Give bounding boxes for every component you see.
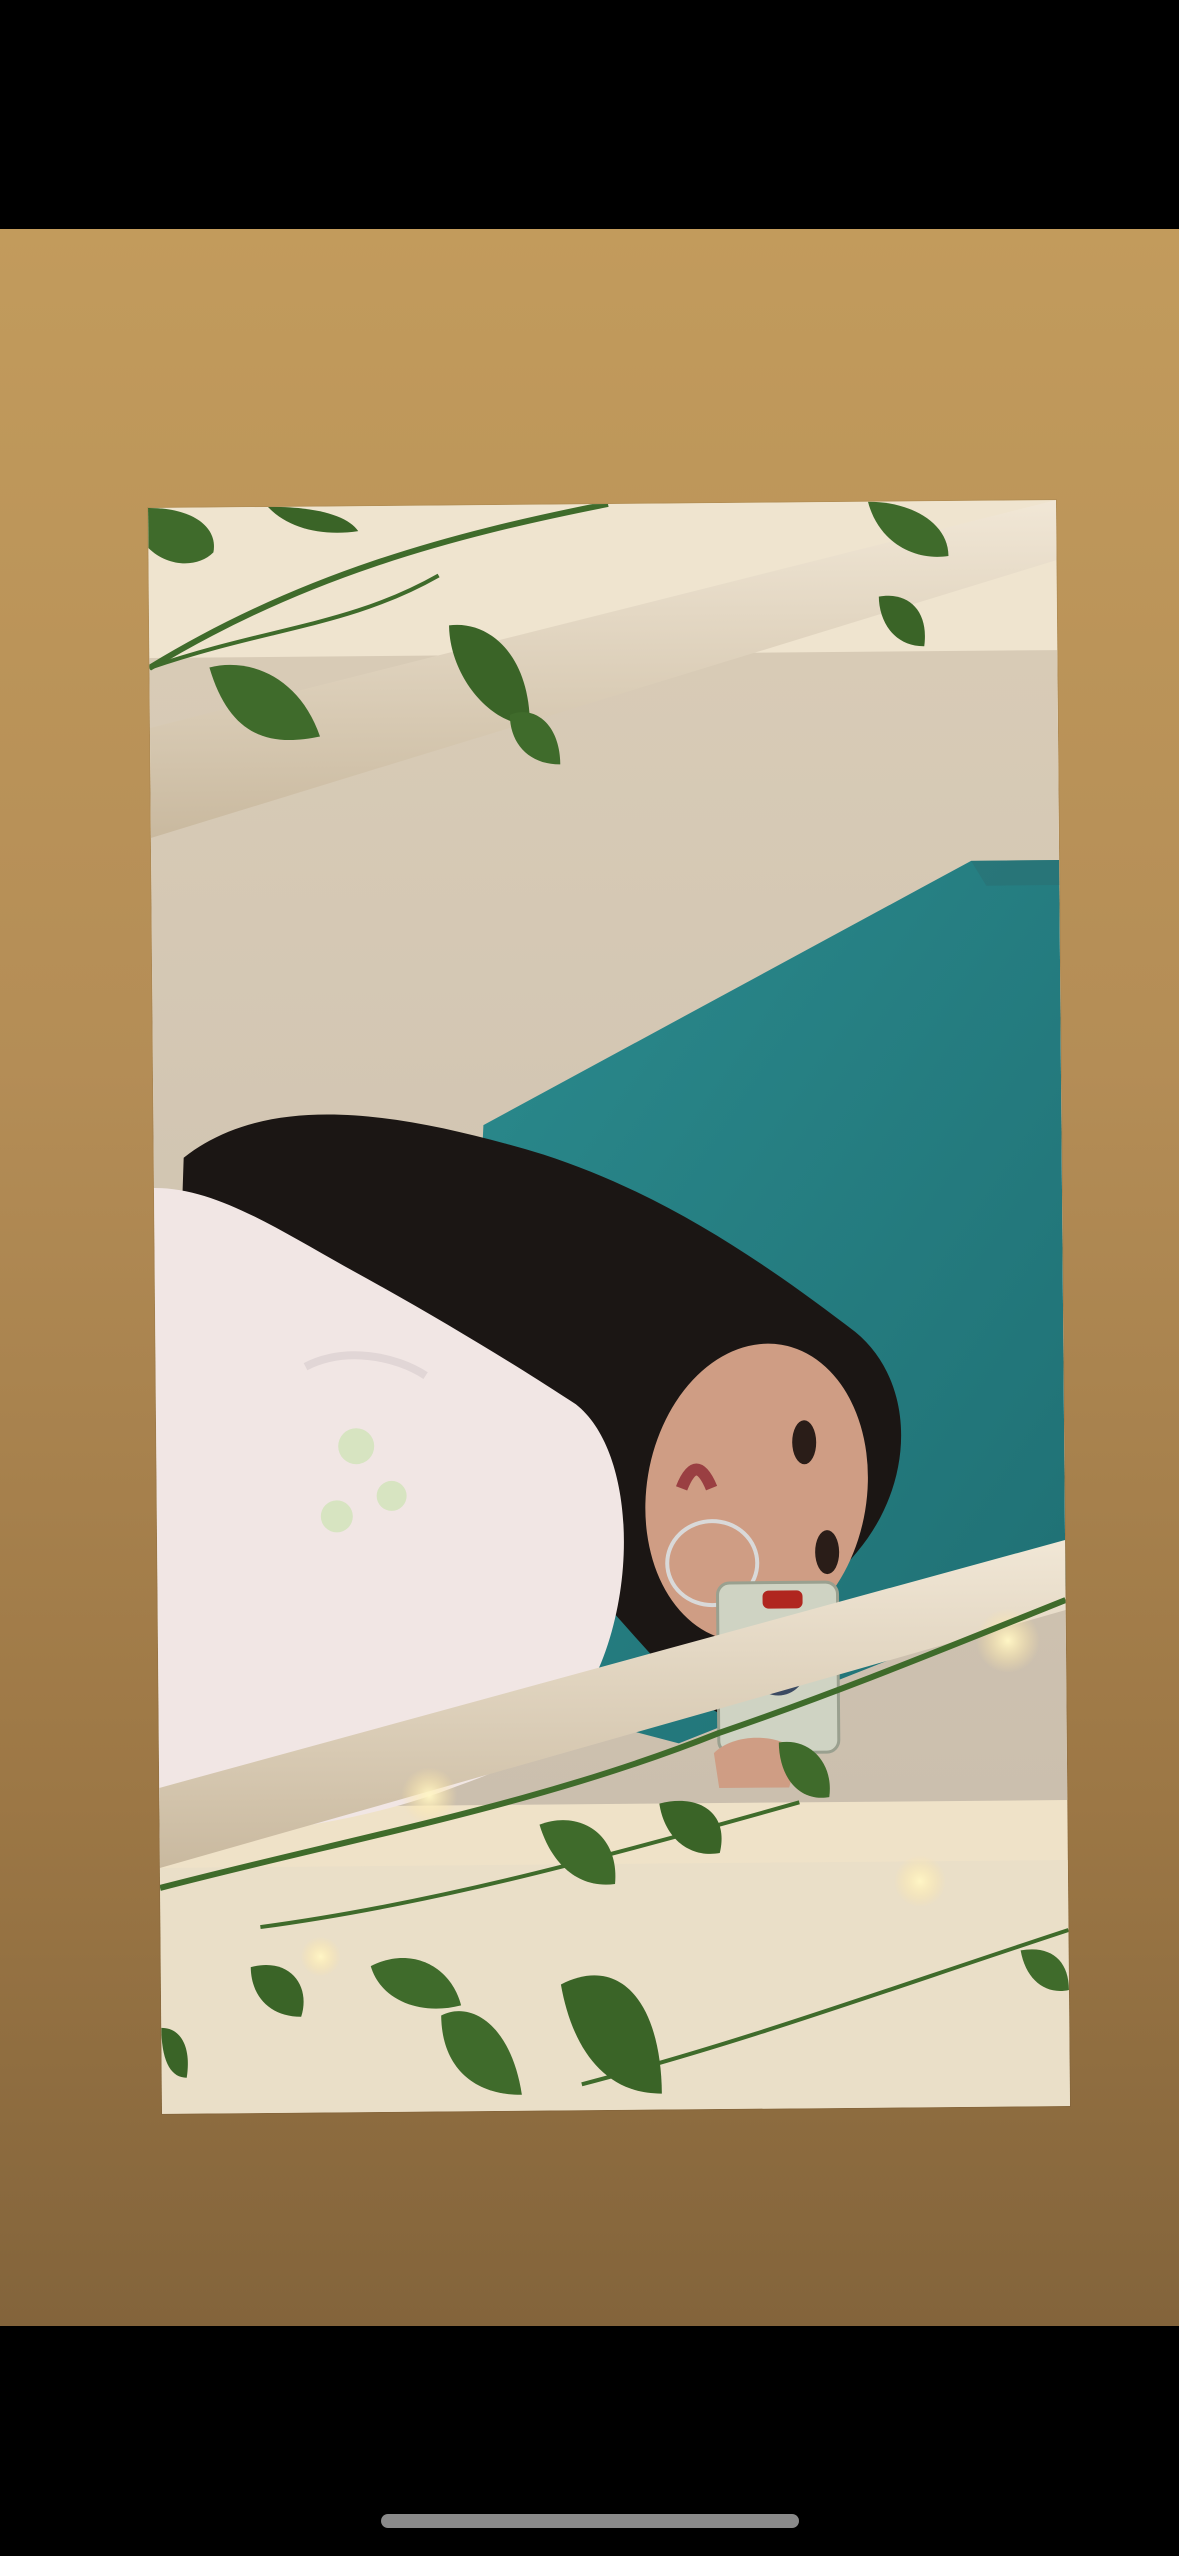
screen xyxy=(0,0,1179,2556)
story-photo[interactable] xyxy=(148,500,1070,2114)
selfie-image xyxy=(148,500,1070,2114)
home-indicator[interactable] xyxy=(381,2514,799,2528)
